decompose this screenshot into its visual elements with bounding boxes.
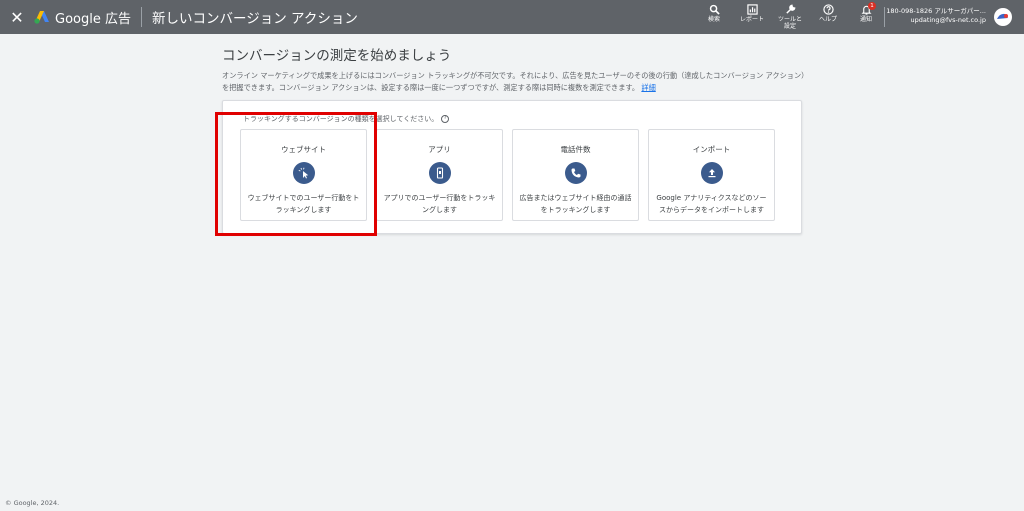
brand-name: Google 広告	[55, 11, 131, 27]
tools-settings-button[interactable]: ツールと 設定	[771, 0, 809, 34]
card-description: ウェブサイトでのユーザー行動をトラッキングします	[247, 194, 360, 214]
google-ads-logo[interactable]: Google 広告	[34, 8, 131, 27]
upload-icon	[700, 162, 723, 184]
help-circle-icon[interactable]: ?	[441, 115, 450, 123]
footer-copyright: © Google, 2024.	[5, 499, 60, 507]
account-id-name: 180-098-1826 アルサーガパー...	[886, 7, 986, 15]
intro-body: オンライン マーケティングで成果を上げるにはコンバージョン トラッキングが不可欠…	[222, 71, 805, 92]
card-title: アプリ	[428, 145, 451, 154]
panel-instruction: トラッキングするコンバージョンの種類を選択してください。 ?	[243, 114, 450, 124]
card-description: アプリでのユーザー行動をトラッキングします	[383, 194, 496, 214]
phone-icon	[564, 162, 587, 184]
cursor-click-icon	[292, 162, 315, 184]
search-label: 検索	[707, 16, 720, 23]
report-icon	[746, 4, 758, 15]
tools-settings-label: ツールと 設定	[777, 16, 802, 30]
card-website[interactable]: ウェブサイト ウェブサイトでのユーザー行動をトラッキングします	[240, 129, 367, 221]
page-title: 新しいコンバージョン アクション	[151, 11, 358, 27]
notification-badge: 1	[868, 2, 876, 10]
header-divider	[140, 7, 142, 27]
avatar[interactable]	[994, 8, 1012, 26]
intro-text: オンライン マーケティングで成果を上げるにはコンバージョン トラッキングが不可欠…	[222, 70, 807, 94]
search-button[interactable]: 検索	[695, 0, 733, 34]
instruction-text: トラッキングするコンバージョンの種類を選択してください。	[243, 115, 439, 123]
wrench-icon	[785, 4, 795, 14]
close-icon[interactable]: ✕	[2, 0, 32, 34]
header-tools: 検索 レポート ツールと 設定 ヘルプ 1 通知	[695, 0, 885, 34]
help-icon	[822, 4, 834, 15]
card-app[interactable]: アプリ アプリでのユーザー行動をトラッキングします	[376, 129, 503, 221]
conversion-type-panel: トラッキングするコンバージョンの種類を選択してください。 ? ウェブサイト ウェ…	[222, 100, 802, 234]
card-import[interactable]: インポート Google アナリティクスなどのソースからデータをインポートします	[648, 129, 775, 221]
card-title: 電話件数	[560, 145, 591, 154]
card-title: インポート	[692, 145, 731, 154]
help-label: ヘルプ	[818, 16, 837, 23]
header-divider-right	[884, 7, 885, 27]
main-heading: コンバージョンの測定を始めましょう	[222, 48, 452, 64]
help-button[interactable]: ヘルプ	[809, 0, 847, 34]
notification-button[interactable]: 1 通知	[847, 0, 885, 34]
card-phone-calls[interactable]: 電話件数 広告またはウェブサイト経由の通話をトラッキングします	[512, 129, 639, 221]
report-label: レポート	[739, 16, 764, 23]
smartphone-icon	[428, 162, 451, 184]
search-icon	[709, 4, 720, 15]
top-app-bar: ✕ Google 広告 新しいコンバージョン アクション 検索 レポート ツール…	[0, 0, 1024, 34]
account-email: updating@fvs-net.co.jp	[910, 16, 987, 24]
card-title: ウェブサイト	[281, 145, 326, 154]
card-description: Google アナリティクスなどのソースからデータをインポートします	[656, 194, 767, 214]
report-button[interactable]: レポート	[733, 0, 771, 34]
details-link[interactable]: 詳細	[641, 83, 655, 92]
account-info[interactable]: 180-098-1826 アルサーガパー... updating@fvs-net…	[886, 7, 986, 25]
card-description: 広告またはウェブサイト経由の通話をトラッキングします	[519, 194, 632, 214]
notification-label: 通知	[859, 16, 872, 23]
